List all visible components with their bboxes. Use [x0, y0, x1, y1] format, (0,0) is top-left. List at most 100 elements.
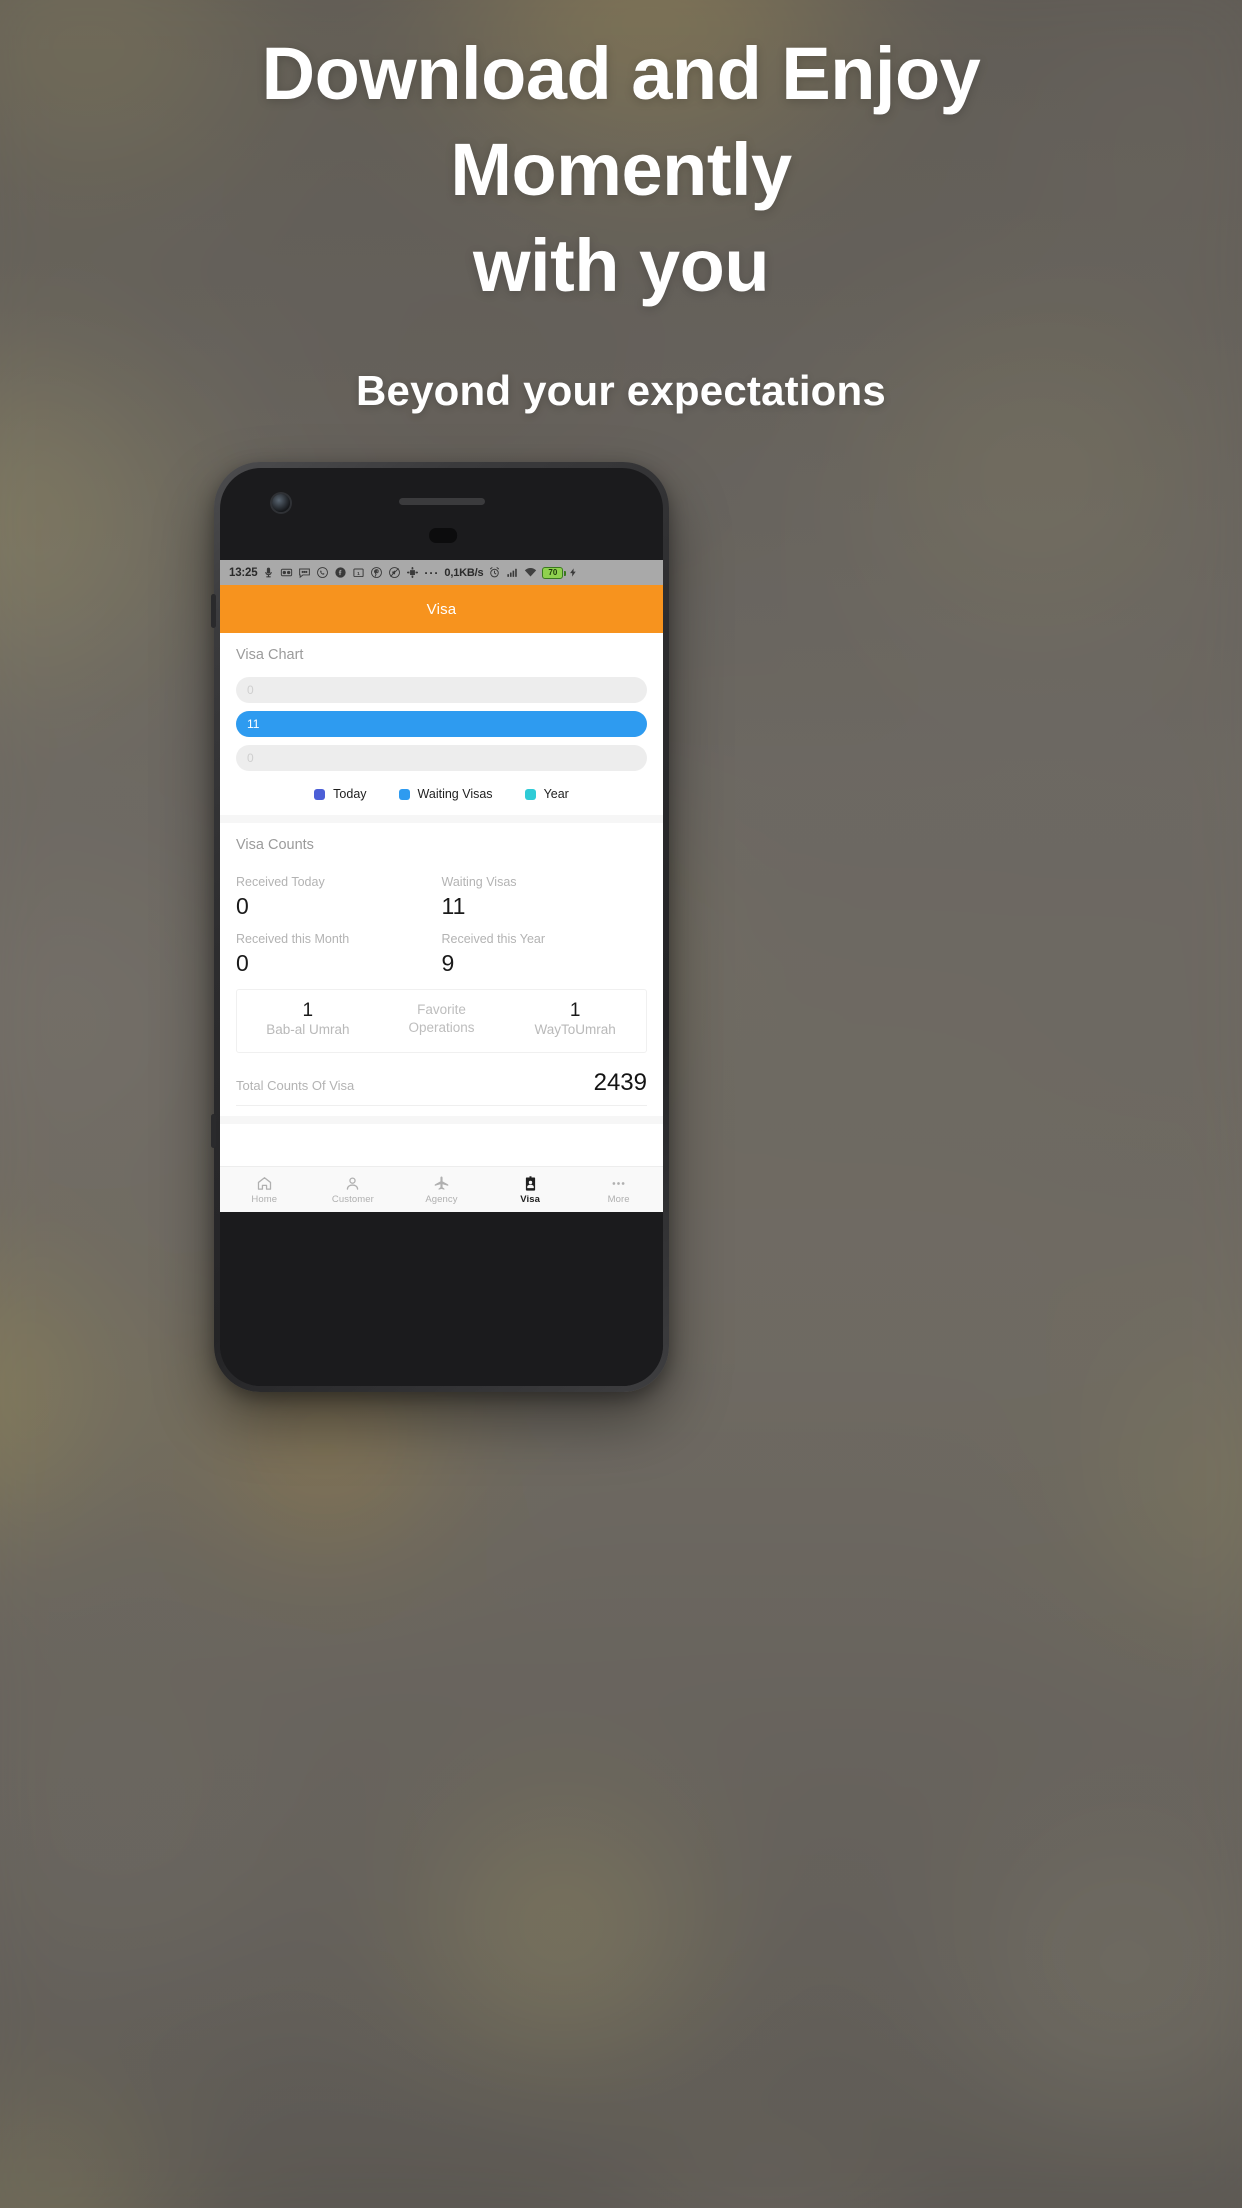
favorite-left-name: Bab-al Umrah	[266, 1021, 350, 1037]
charging-bolt-icon	[568, 566, 578, 579]
count-label-waiting-visas: Waiting Visas	[441, 875, 517, 889]
count-label-received-this-month: Received this Month	[236, 932, 350, 946]
count-value-received-today: 0	[236, 893, 249, 919]
person-icon	[344, 1175, 361, 1192]
nav-item-home[interactable]: Home	[220, 1175, 309, 1205]
calendar-icon: 1	[352, 566, 365, 579]
network-speed-label: 0,1KB/s	[444, 566, 484, 579]
phone-body: 13:25 1 ··· 0,1KB/s 70 Visa Visa Chart 0…	[220, 468, 663, 1386]
total-counts-value: 2439	[593, 1069, 647, 1097]
nav-item-agency[interactable]: Agency	[397, 1175, 486, 1205]
total-counts-label: Total Counts Of Visa	[236, 1078, 355, 1094]
count-value-received-this-year: 9	[441, 950, 455, 976]
nav-label-more: More	[607, 1193, 630, 1205]
bar-row-waiting-visas[interactable]: 11	[236, 711, 647, 737]
bar-fill-waiting-visas	[236, 711, 647, 737]
count-cell-received-today: Received Today 0	[236, 867, 442, 922]
section-gap	[220, 815, 663, 823]
phone-bottom-bezel	[220, 1212, 663, 1386]
nav-item-visa[interactable]: Visa	[486, 1175, 575, 1205]
bar-row-today[interactable]: 0	[236, 677, 647, 703]
favorite-left-count: 1	[302, 1000, 314, 1021]
legend-dot-waiting-visas	[398, 788, 410, 800]
bottom-navigation-bar: Home Customer Agency Visa More	[220, 1166, 663, 1212]
count-label-received-today: Received Today	[236, 875, 325, 889]
app-bar: Visa	[220, 585, 663, 633]
bar-row-year[interactable]: 0	[236, 745, 647, 771]
legend-item-today[interactable]: Today	[298, 787, 382, 801]
section-gap-bottom	[220, 1116, 663, 1125]
svg-text:1: 1	[358, 571, 361, 577]
chat-bubble-icon	[298, 566, 311, 579]
cellular-signal-icon	[506, 566, 519, 579]
front-camera-icon	[272, 494, 290, 512]
microphone-icon	[262, 566, 275, 579]
status-bar: 13:25 1 ··· 0,1KB/s 70	[220, 560, 663, 585]
proximity-sensor	[428, 528, 457, 543]
hero-section: Download and Enjoy Momently with you Bey…	[0, 0, 1242, 415]
nav-label-visa: Visa	[520, 1193, 540, 1205]
slack-icon	[406, 566, 419, 579]
screen-content: Visa Chart 0 11 0 Today Waiting Visas Ye…	[220, 633, 663, 1212]
count-cell-waiting-visas: Waiting Visas 11	[442, 867, 648, 922]
home-icon	[256, 1175, 273, 1192]
bar-value-waiting-visas: 11	[247, 717, 260, 731]
legend-item-waiting-visas[interactable]: Waiting Visas	[383, 787, 509, 801]
legend-item-year[interactable]: Year	[509, 787, 585, 801]
whatsapp-icon	[316, 566, 329, 579]
nav-label-home: Home	[251, 1193, 278, 1205]
battery-level-label: 70	[548, 568, 558, 577]
favorite-right-count: 1	[569, 1000, 581, 1021]
alarm-clock-icon	[488, 566, 501, 579]
hero-subtitle: Beyond your expectations	[356, 366, 886, 414]
legend-dot-today	[314, 788, 326, 800]
battery-indicator: 70	[542, 566, 566, 579]
earpiece-speaker	[398, 498, 485, 505]
page-title: Download and Enjoy Momently with you	[0, 26, 1242, 315]
voicemail-icon	[280, 566, 293, 579]
nav-label-agency: Agency	[425, 1193, 458, 1205]
count-value-received-this-month: 0	[236, 950, 249, 976]
bar-chart: 0 11 0	[236, 677, 647, 771]
total-counts-row: Total Counts Of Visa 2439	[236, 1053, 647, 1107]
nav-item-more[interactable]: More	[574, 1175, 663, 1205]
phone-screen: 13:25 1 ··· 0,1KB/s 70 Visa Visa Chart 0…	[220, 560, 663, 1212]
nav-item-customer[interactable]: Customer	[309, 1175, 398, 1205]
count-cell-received-this-month: Received this Month 0	[236, 924, 442, 979]
legend-label-year: Year	[543, 787, 569, 801]
facebook-icon	[334, 566, 347, 579]
app-bar-title: Visa	[426, 600, 457, 618]
legend-label-today: Today	[333, 787, 367, 801]
airplane-icon	[433, 1175, 450, 1192]
favorite-operation-right[interactable]: 1 WayToUmrah	[508, 1000, 642, 1038]
visa-counts-title: Visa Counts	[236, 837, 314, 853]
legend-dot-year	[524, 788, 536, 800]
bar-value-year: 0	[247, 751, 254, 765]
no-sound-icon	[388, 566, 401, 579]
chart-legend: Today Waiting Visas Year	[236, 787, 647, 805]
status-clock: 13:25	[229, 566, 258, 579]
headline-line-1: Download and Enjoy	[261, 32, 981, 115]
wifi-icon	[524, 566, 537, 579]
visa-chart-title: Visa Chart	[236, 647, 304, 663]
favorite-operations-label: Favorite Operations	[375, 1001, 509, 1036]
favorite-operation-left[interactable]: 1 Bab-al Umrah	[241, 1000, 375, 1038]
visa-counts-grid: Received Today 0 Waiting Visas 11 Receiv…	[236, 867, 647, 979]
more-dots-icon	[610, 1175, 627, 1192]
headline-line-2: Momently	[450, 128, 792, 212]
favorite-operations-label-line1: Favorite	[417, 1002, 466, 1018]
count-value-waiting-visas: 11	[441, 893, 466, 919]
pinterest-icon	[370, 566, 383, 579]
count-cell-received-this-year: Received this Year 9	[442, 924, 648, 979]
headline-line-3: with you	[472, 224, 770, 308]
visa-chart-card: Visa Chart 0 11 0 Today Waiting Visas Ye…	[220, 633, 663, 815]
count-label-received-this-year: Received this Year	[441, 932, 546, 946]
favorite-operations-box: 1 Bab-al Umrah Favorite Operations 1 Way…	[236, 989, 647, 1054]
favorite-right-name: WayToUmrah	[534, 1021, 616, 1037]
content-filler	[220, 1124, 663, 1166]
visa-counts-card: Visa Counts Received Today 0 Waiting Vis…	[220, 823, 663, 1117]
legend-label-waiting-visas: Waiting Visas	[417, 787, 493, 801]
id-badge-icon	[522, 1175, 539, 1192]
bar-value-today: 0	[247, 683, 254, 697]
favorite-operations-label-line2: Operations	[408, 1020, 475, 1036]
